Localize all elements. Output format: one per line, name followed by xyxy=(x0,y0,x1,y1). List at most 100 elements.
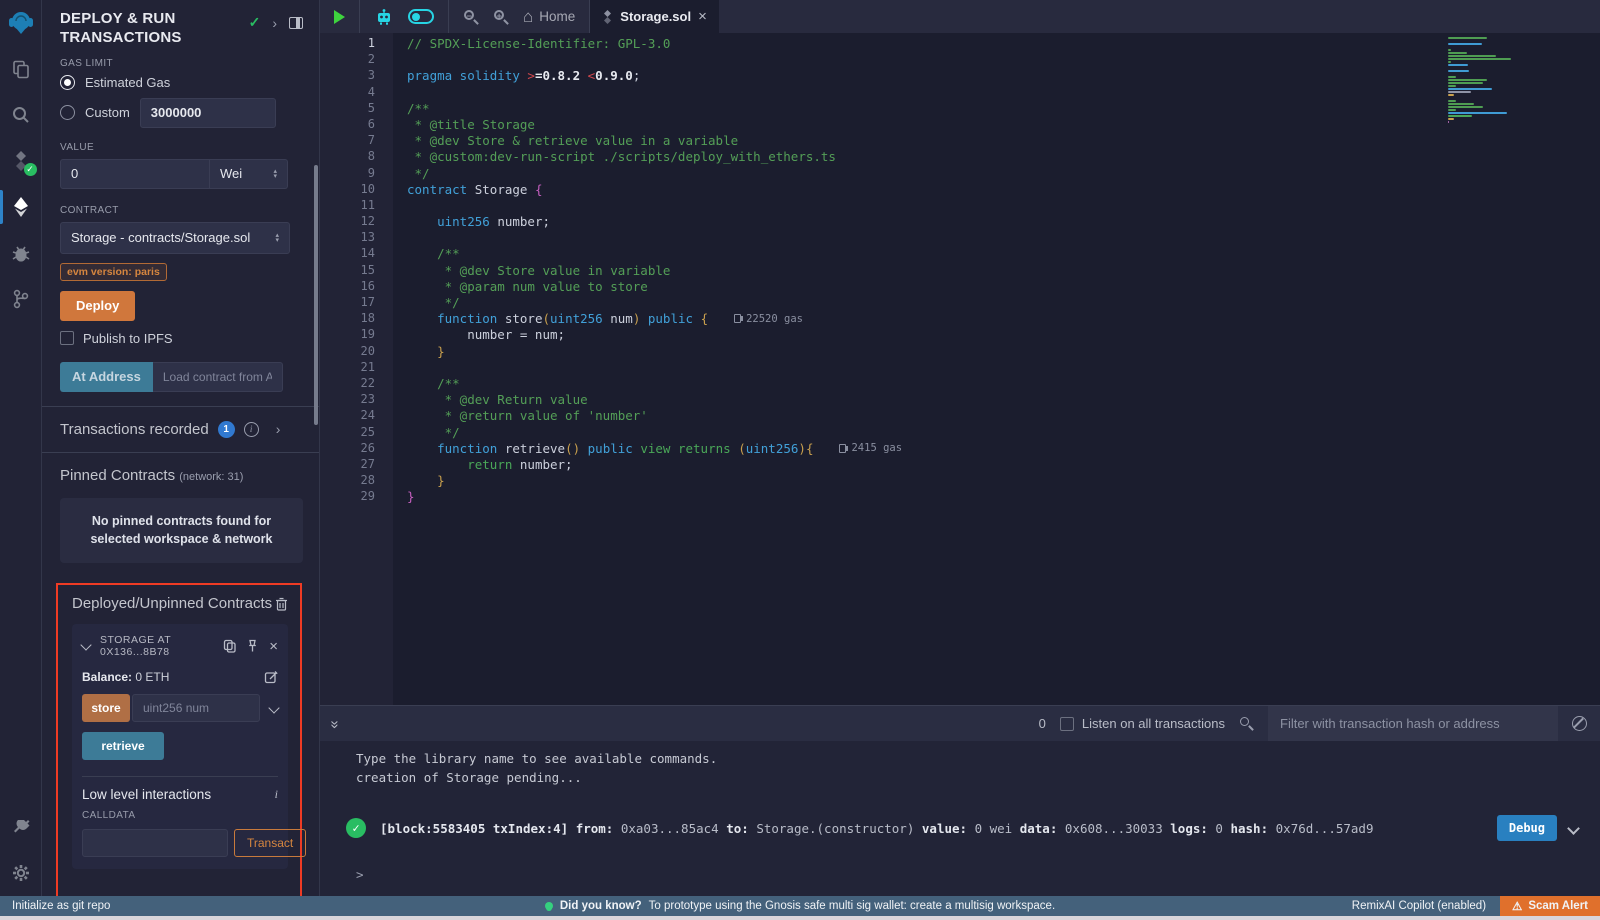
transact-button[interactable]: Transact xyxy=(234,829,306,857)
pin-panel-icon[interactable] xyxy=(289,17,303,29)
calldata-label: CALLDATA xyxy=(82,810,278,821)
store-function-button[interactable]: store xyxy=(82,694,130,722)
custom-gas-option[interactable]: Custom xyxy=(60,105,130,120)
copy-icon[interactable] xyxy=(223,639,236,653)
transactions-recorded-row[interactable]: Transactions recorded 1 i › xyxy=(60,407,303,452)
estimated-gas-label: Estimated Gas xyxy=(85,75,170,90)
file-explorer-icon[interactable] xyxy=(0,46,42,92)
estimated-gas-option[interactable]: Estimated Gas xyxy=(60,75,303,90)
gas-pump-icon xyxy=(734,314,741,323)
tab-storage-sol[interactable]: Storage.sol × xyxy=(590,0,719,33)
home-icon: ⌂ xyxy=(523,8,533,25)
contract-instance-card: STORAGE AT 0X136...8B78 × xyxy=(72,624,288,869)
stepper-arrows-icon[interactable]: ▴▾ xyxy=(273,169,277,179)
transactions-recorded-label: Transactions recorded xyxy=(60,421,209,438)
close-instance-icon[interactable]: × xyxy=(269,639,278,654)
edit-icon[interactable] xyxy=(264,670,278,684)
clear-terminal-icon[interactable] xyxy=(1572,716,1587,731)
checkbox-icon[interactable] xyxy=(1060,717,1074,731)
contract-selected-label: Storage - contracts/Storage.sol xyxy=(71,230,250,245)
terminal-tx-count: 0 xyxy=(1039,716,1046,731)
gas-estimate-annotation: 2415 gas xyxy=(839,442,902,454)
chevron-right-icon[interactable]: › xyxy=(276,421,281,437)
terminal-toolbar: » 0 Listen on all transactions xyxy=(320,706,1600,741)
instance-name[interactable]: STORAGE AT 0X136...8B78 xyxy=(100,634,215,658)
expand-tx-icon[interactable] xyxy=(1567,822,1580,835)
deploy-run-icon[interactable] xyxy=(0,184,42,230)
search-icon[interactable] xyxy=(0,92,42,138)
gas-pump-icon xyxy=(839,444,846,453)
window-bottom-edge xyxy=(0,916,1600,920)
tx-success-icon: ✓ xyxy=(346,818,366,838)
balance-text: Balance: 0 ETH xyxy=(82,670,169,684)
zoom-in-icon[interactable]: + xyxy=(493,9,509,25)
settings-gear-icon[interactable] xyxy=(0,850,42,896)
checkbox-icon[interactable] xyxy=(60,331,74,345)
terminal-prompt[interactable]: > xyxy=(356,867,1600,882)
tx-log-text: [block:5583405 txIndex:4] from: 0xa03...… xyxy=(380,821,1497,836)
radio-selected-icon[interactable] xyxy=(60,75,75,90)
remix-logo[interactable] xyxy=(0,0,42,46)
source-control-icon[interactable] xyxy=(0,276,42,322)
terminal-panel: » 0 Listen on all transactions Type the … xyxy=(320,705,1600,896)
editor-minimap[interactable] xyxy=(1448,35,1523,124)
collapse-instance-icon[interactable] xyxy=(80,639,91,650)
zoom-out-icon[interactable]: − xyxy=(463,9,479,25)
git-init-status[interactable]: Initialize as git repo xyxy=(0,900,110,912)
debugger-icon[interactable] xyxy=(0,230,42,276)
panel-title: DEPLOY & RUN TRANSACTIONS xyxy=(60,10,210,48)
chevron-right-icon[interactable]: › xyxy=(272,15,277,31)
solidity-compiler-icon[interactable]: ✓ xyxy=(0,138,42,184)
value-input[interactable] xyxy=(60,159,210,189)
listen-label: Listen on all transactions xyxy=(1082,716,1225,731)
plugin-manager-icon[interactable] xyxy=(0,804,42,850)
publish-ipfs-option[interactable]: Publish to IPFS xyxy=(60,331,303,346)
at-address-input[interactable] xyxy=(153,362,283,392)
listen-all-transactions-option[interactable]: Listen on all transactions xyxy=(1060,716,1225,731)
copilot-status[interactable]: RemixAI Copilot (enabled) xyxy=(1352,900,1486,912)
deploy-run-panel: DEPLOY & RUN TRANSACTIONS ✓ › GAS LIMIT … xyxy=(42,0,320,896)
store-arg-input[interactable] xyxy=(132,694,260,722)
custom-gas-label: Custom xyxy=(85,105,130,120)
transactions-count-badge: 1 xyxy=(218,421,235,438)
contract-select[interactable]: Storage - contracts/Storage.sol ▴▾ xyxy=(60,222,290,254)
tab-home[interactable]: ⌂ Home xyxy=(523,8,575,25)
gas-limit-label: GAS LIMIT xyxy=(60,58,303,69)
retrieve-function-button[interactable]: retrieve xyxy=(82,732,164,760)
terminal-output[interactable]: Type the library name to see available c… xyxy=(320,741,1600,896)
close-tab-icon[interactable]: × xyxy=(698,8,707,25)
copilot-toggle[interactable] xyxy=(408,9,434,24)
terminal-filter-input[interactable] xyxy=(1268,706,1558,741)
pinned-empty-message: No pinned contracts found for selected w… xyxy=(60,498,303,564)
editor-toolbar: − + ⌂ Home Storage.sol × xyxy=(320,0,1600,33)
evm-version-badge: evm version: paris xyxy=(60,263,167,281)
scam-alert-button[interactable]: ⚠ Scam Alert xyxy=(1500,896,1600,916)
compile-success-badge: ✓ xyxy=(24,163,37,176)
code-editor[interactable]: 1234567891011121314151617181920212223242… xyxy=(320,33,1600,705)
value-unit-label: Wei xyxy=(220,166,242,181)
run-script-icon[interactable] xyxy=(334,10,345,24)
pin-icon[interactable] xyxy=(246,639,259,653)
collapse-terminal-icon[interactable]: » xyxy=(327,720,344,726)
info-icon[interactable]: i xyxy=(244,422,259,437)
panel-scrollbar[interactable] xyxy=(314,165,318,425)
remix-ide-window: ✓ xyxy=(0,0,1600,920)
ai-copilot-robot-icon[interactable] xyxy=(374,7,394,27)
transaction-log-row[interactable]: ✓ [block:5583405 txIndex:4] from: 0xa03.… xyxy=(346,815,1600,841)
editor-code[interactable]: // SPDX-License-Identifier: GPL-3.0pragm… xyxy=(393,33,1600,705)
at-address-button[interactable]: At Address xyxy=(60,362,153,392)
activity-bar: ✓ xyxy=(0,0,42,896)
editor-gutter: 1234567891011121314151617181920212223242… xyxy=(320,33,393,705)
debug-button[interactable]: Debug xyxy=(1497,815,1557,841)
terminal-search-icon[interactable] xyxy=(1239,716,1254,731)
pinned-network-label: (network: 31) xyxy=(179,471,243,483)
deployed-contracts-section-highlighted: Deployed/Unpinned Contracts STORAGE AT 0… xyxy=(56,583,302,896)
info-icon[interactable]: i xyxy=(275,787,278,802)
calldata-input[interactable] xyxy=(82,829,228,857)
expand-args-icon[interactable] xyxy=(268,702,279,713)
deploy-button[interactable]: Deploy xyxy=(60,291,135,321)
custom-gas-input[interactable] xyxy=(140,98,276,128)
value-unit-select[interactable]: Wei ▴▾ xyxy=(210,159,288,189)
trash-icon[interactable] xyxy=(275,597,288,611)
radio-unselected-icon[interactable] xyxy=(60,105,75,120)
